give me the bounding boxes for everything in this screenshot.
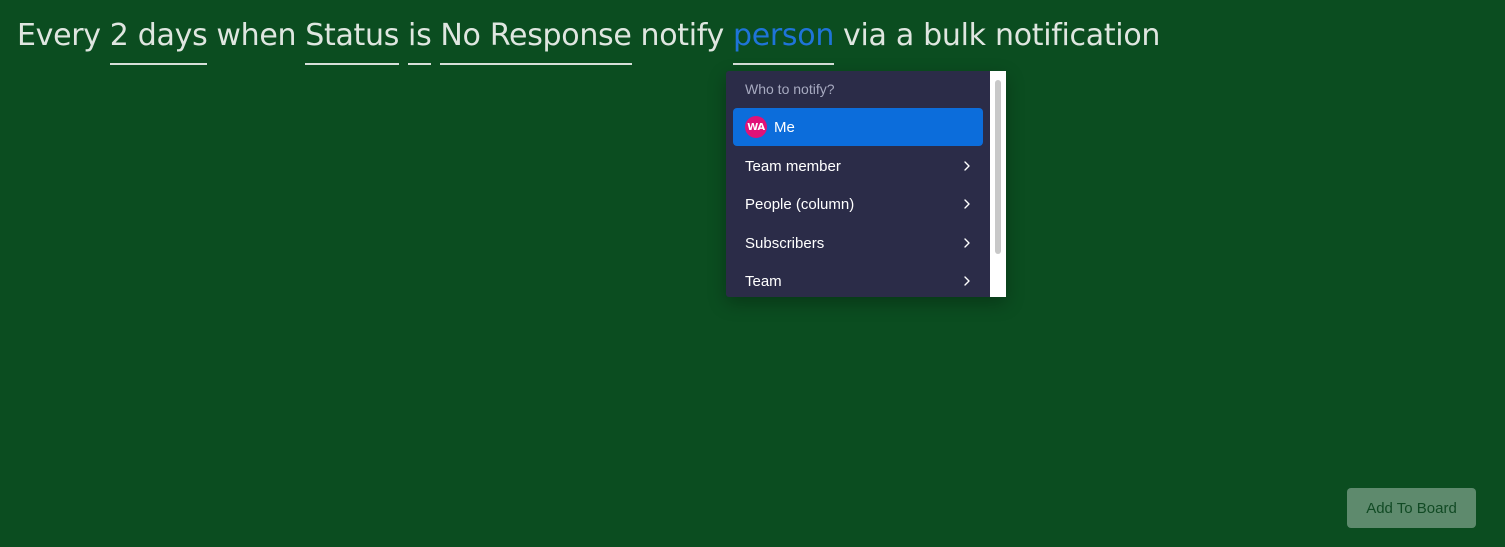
when-text: when bbox=[216, 18, 297, 53]
menu-item-label: Team member bbox=[745, 157, 841, 175]
add-to-board-button[interactable]: Add To Board bbox=[1347, 488, 1476, 528]
interval-field[interactable]: 2 days bbox=[109, 14, 208, 65]
automation-sentence: Every 2 days when Status is No Response … bbox=[17, 14, 1169, 66]
tail-text: via a bulk notification bbox=[843, 18, 1161, 53]
status-value-field[interactable]: No Response bbox=[440, 14, 632, 65]
menu-item-team-member[interactable]: Team member bbox=[733, 147, 983, 185]
dropdown-header: Who to notify? bbox=[745, 81, 835, 97]
menu-item-people-column[interactable]: People (column) bbox=[733, 185, 983, 223]
menu-item-label: Subscribers bbox=[745, 234, 825, 252]
every-text: Every bbox=[17, 18, 101, 53]
menu-item-me[interactable]: WA Me bbox=[733, 108, 983, 146]
chevron-right-icon bbox=[964, 161, 970, 171]
menu-item-label: People (column) bbox=[745, 195, 855, 213]
condition-field[interactable]: is bbox=[408, 14, 432, 65]
chevron-right-icon bbox=[964, 276, 970, 286]
dropdown-scrollbar[interactable] bbox=[990, 71, 1006, 297]
scrollbar-thumb[interactable] bbox=[995, 80, 1001, 254]
menu-item-label: Me bbox=[774, 118, 795, 136]
chevron-right-icon bbox=[964, 199, 970, 209]
column-field[interactable]: Status bbox=[305, 14, 399, 65]
who-to-notify-dropdown: Who to notify? WA Me Team member People … bbox=[726, 71, 1006, 297]
recipient-field[interactable]: person bbox=[733, 14, 834, 65]
menu-item-label: Team bbox=[745, 272, 782, 290]
avatar: WA bbox=[745, 116, 767, 138]
chevron-right-icon bbox=[964, 238, 970, 248]
menu-item-subscribers[interactable]: Subscribers bbox=[733, 224, 983, 262]
notify-text: notify bbox=[640, 18, 725, 53]
menu-item-team[interactable]: Team bbox=[733, 262, 983, 297]
